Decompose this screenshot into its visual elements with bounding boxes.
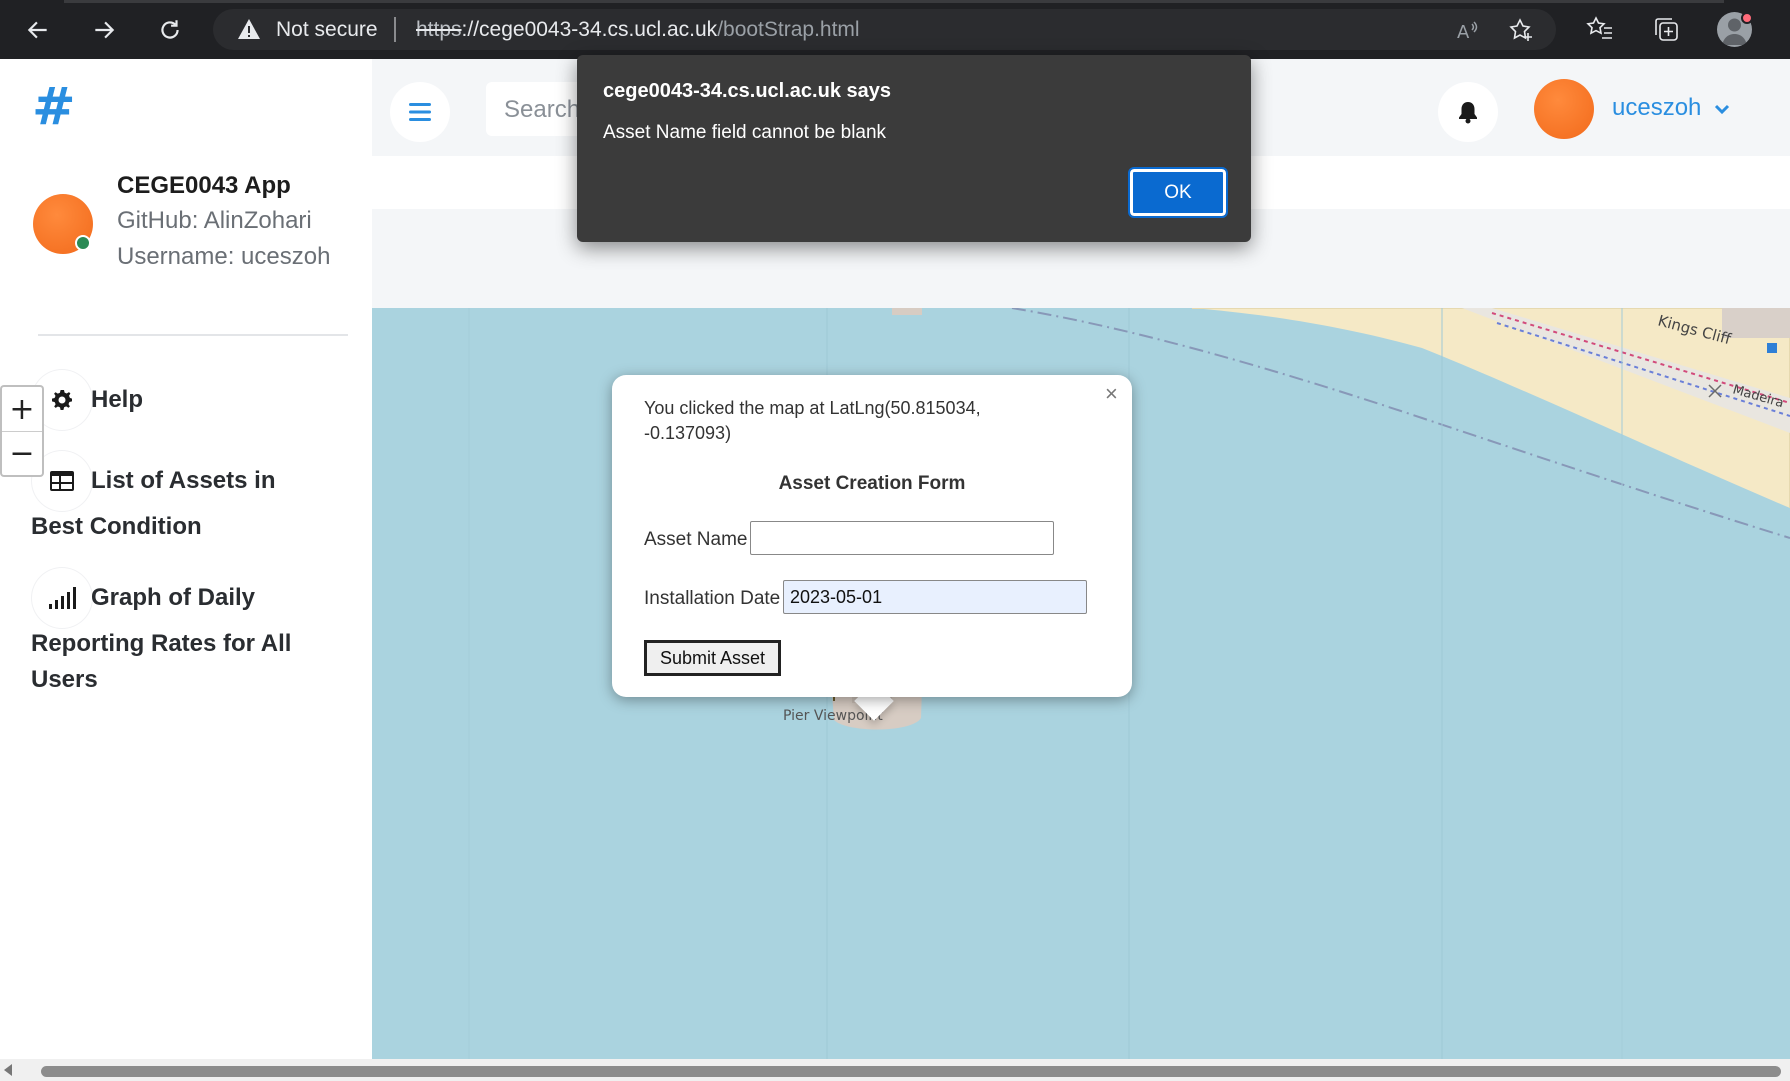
chevron-down-icon[interactable]	[1713, 100, 1731, 118]
bell-icon	[1459, 102, 1477, 124]
form-title: Asset Creation Form	[778, 473, 966, 494]
github-label: GitHub: AlinZohari	[117, 207, 312, 234]
alert-dialog: cege0043-34.cs.ucl.ac.uk says Asset Name…	[577, 55, 1251, 242]
collections-icon[interactable]	[1651, 14, 1681, 44]
sidebar-item-label-line3: Users	[31, 666, 98, 693]
sidebar-divider	[38, 334, 348, 336]
notifications-button[interactable]	[1438, 82, 1498, 142]
back-arrow-icon[interactable]	[20, 12, 56, 48]
favorites-icon[interactable]	[1585, 14, 1615, 44]
warning-icon[interactable]	[237, 18, 261, 40]
profile-notification-dot	[1741, 12, 1753, 24]
username-label: Username: uceszoh	[117, 243, 331, 270]
add-favorite-icon[interactable]	[1508, 18, 1534, 44]
reload-icon[interactable]	[152, 12, 188, 48]
alert-message: Asset Name field cannot be blank	[603, 122, 887, 143]
asset-name-label: Asset Name	[644, 529, 748, 550]
scroll-left-arrow-icon[interactable]	[4, 1064, 12, 1076]
browser-toolbar: Not secure https://cege0043-34.cs.ucl.ac…	[0, 0, 1790, 59]
sidebar: # CEGE0043 App GitHub: AlinZohari Userna…	[0, 59, 372, 1059]
forward-arrow-icon[interactable]	[86, 12, 122, 48]
url-host: ://cege0043-34.cs.ucl.ac.uk	[461, 18, 718, 41]
zoom-out-button[interactable]: −	[2, 431, 42, 475]
menu-icon	[409, 103, 431, 121]
map-marker-square	[1767, 343, 1777, 353]
app-title: CEGE0043 App	[117, 172, 291, 199]
menu-icon-circle	[32, 568, 92, 628]
sidebar-item-label-line2: Best Condition	[31, 513, 202, 540]
asset-name-field[interactable]	[750, 521, 1054, 555]
url-scheme: https	[416, 18, 462, 41]
brand-logo[interactable]: #	[32, 77, 76, 137]
scrollbar-thumb[interactable]	[41, 1066, 1781, 1077]
popup-coordinates-message: You clicked the map at LatLng(50.815034,…	[644, 398, 981, 443]
horizontal-scrollbar[interactable]	[0, 1059, 1790, 1081]
ok-button[interactable]: OK	[1128, 167, 1228, 218]
hamburger-menu-button[interactable]	[390, 82, 450, 142]
search-placeholder: Search	[504, 96, 581, 123]
submit-asset-button[interactable]: Submit Asset	[644, 640, 781, 676]
installation-date-label: Installation Date	[644, 588, 781, 609]
zoom-in-button[interactable]: +	[2, 387, 42, 431]
gear-icon	[52, 390, 72, 410]
read-aloud-icon[interactable]: A	[1455, 18, 1481, 44]
security-label[interactable]: Not secure	[276, 18, 378, 42]
alert-title: cege0043-34.cs.ucl.ac.uk says	[603, 80, 891, 102]
sidebar-item-label-line1: Graph of Daily	[91, 584, 256, 611]
sidebar-item-label: Help	[91, 386, 144, 413]
table-icon	[50, 471, 74, 491]
installation-date-field[interactable]	[783, 580, 1087, 614]
sidebar-item-label-line2: Reporting Rates for All	[31, 630, 292, 657]
url-path: /bootStrap.html	[717, 18, 860, 41]
address-bar[interactable]: Not secure https://cege0043-34.cs.ucl.ac…	[213, 9, 1556, 50]
user-avatar-top[interactable]	[1534, 79, 1594, 139]
signal-bars-icon	[49, 587, 76, 609]
map-zoom-control: + −	[0, 385, 44, 477]
url-text[interactable]: https://cege0043-34.cs.ucl.ac.uk/bootStr…	[416, 18, 860, 42]
building	[1722, 308, 1790, 338]
close-icon[interactable]: ×	[1105, 381, 1118, 407]
svg-text:A: A	[1457, 22, 1470, 43]
online-status-dot	[75, 235, 91, 251]
user-menu-name[interactable]: uceszoh	[1612, 94, 1701, 122]
sidebar-item-label-line1: List of Assets in	[91, 467, 276, 494]
address-divider	[394, 17, 396, 42]
